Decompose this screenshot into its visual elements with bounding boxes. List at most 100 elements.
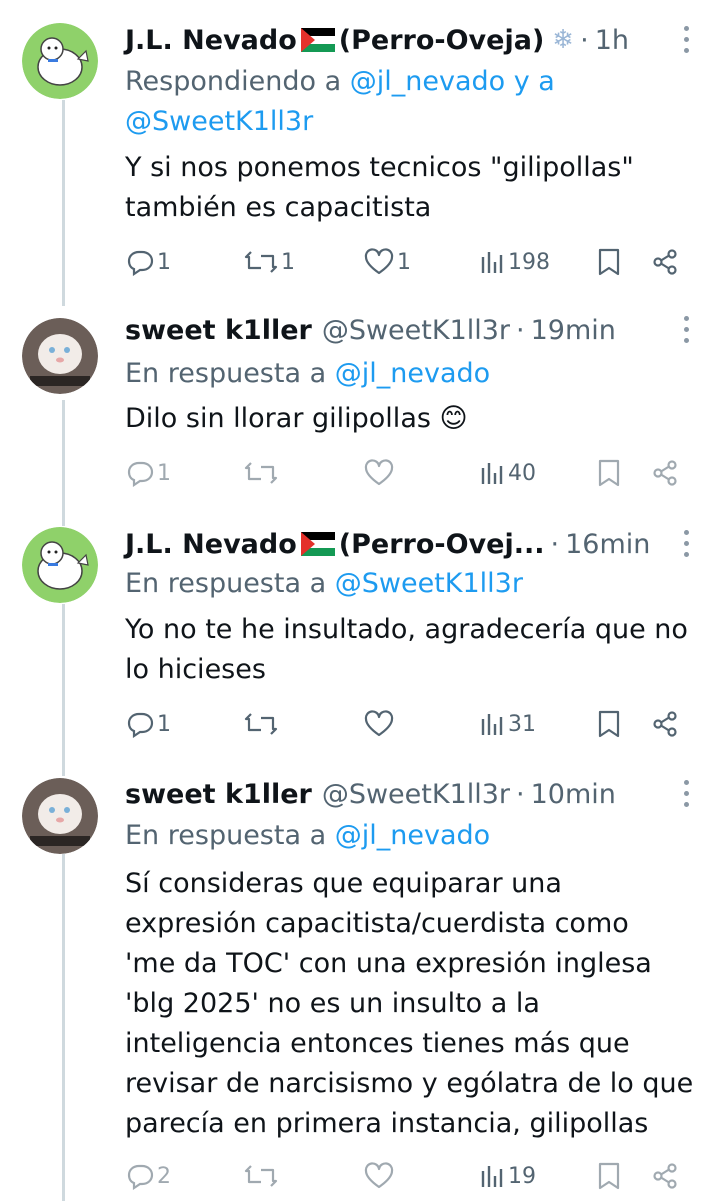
tweet[interactable]: J.L. Nevado (Perro-Ovej... · 16min En re… — [0, 524, 720, 764]
share-button[interactable] — [651, 242, 679, 282]
tweet[interactable]: J.L. Nevado (Perro-Oveja) ❄ · 1h Respond… — [0, 20, 720, 300]
share-button[interactable] — [651, 1156, 679, 1196]
like-button[interactable] — [363, 704, 397, 744]
snowflake-icon: ❄ — [552, 25, 575, 55]
tweet-text: Sí consideras que equiparar una expresió… — [125, 864, 705, 1144]
bookmark-button[interactable] — [597, 1156, 621, 1196]
reply-mention[interactable]: @jl_nevado y a — [350, 66, 555, 97]
reply-button[interactable]: 1 — [125, 704, 171, 744]
reply-count: 1 — [157, 460, 171, 486]
heart-icon — [363, 710, 395, 738]
views-count: 198 — [508, 249, 550, 275]
tweet-text-line: inteligencia entonces tienes más que — [125, 1028, 630, 1059]
bookmark-icon — [597, 709, 621, 739]
heart-icon — [363, 459, 395, 487]
reply-button[interactable]: 2 — [125, 1156, 171, 1196]
reply-button[interactable]: 1 — [125, 453, 171, 493]
retweet-icon — [243, 1162, 279, 1190]
views-button[interactable]: 19 — [480, 1156, 536, 1196]
heart-icon — [363, 248, 395, 276]
bookmark-button[interactable] — [597, 453, 621, 493]
reply-context: En respuesta a @SweetK1ll3r — [125, 564, 523, 604]
bookmark-button[interactable] — [597, 704, 621, 744]
reply-count: 2 — [157, 1163, 171, 1189]
user-handle[interactable]: @SweetK1ll3r — [322, 315, 510, 346]
share-button[interactable] — [651, 453, 679, 493]
more-options-icon[interactable] — [682, 26, 690, 53]
reply-prefix: Respondiendo a — [125, 66, 342, 97]
tweet-actions: 1 31 — [125, 704, 685, 744]
avatar[interactable] — [22, 23, 98, 99]
tweet[interactable]: sweet k1ller @SweetK1ll3r · 10min En res… — [0, 774, 720, 1201]
timestamp[interactable]: 1h — [595, 25, 629, 56]
reply-context: En respuesta a @jl_nevado — [125, 816, 490, 856]
reply-button[interactable]: 1 — [125, 242, 171, 282]
views-button[interactable]: 40 — [480, 453, 536, 493]
views-count: 40 — [508, 460, 536, 486]
avatar[interactable] — [22, 778, 98, 854]
retweet-icon — [243, 459, 279, 487]
tweet-header: sweet k1ller @SweetK1ll3r · 10min — [125, 774, 616, 814]
reply-mention[interactable]: @jl_nevado — [335, 358, 490, 389]
views-count: 19 — [508, 1163, 536, 1189]
tweet-header: J.L. Nevado (Perro-Ovej... · 16min — [125, 524, 650, 564]
tweet-text-line: expresión capacitista/cuerdista como — [125, 908, 629, 939]
reply-context: En respuesta a @jl_nevado — [125, 354, 490, 394]
like-button[interactable]: 1 — [363, 242, 411, 282]
display-name-suffix[interactable]: (Perro-Oveja) — [339, 25, 545, 56]
retweet-button[interactable] — [243, 704, 281, 744]
avatar[interactable] — [22, 527, 98, 603]
display-name[interactable]: sweet k1ller — [125, 779, 312, 810]
bookmark-button[interactable] — [597, 242, 621, 282]
share-button[interactable] — [651, 704, 679, 744]
reply-prefix: En respuesta a — [125, 358, 327, 389]
views-icon — [480, 1163, 506, 1189]
like-button[interactable] — [363, 453, 397, 493]
more-options-icon[interactable] — [682, 530, 690, 557]
retweet-button[interactable]: 1 — [243, 242, 295, 282]
reply-context-2: @SweetK1ll3r — [125, 102, 313, 142]
reply-count: 1 — [157, 711, 171, 737]
reply-mention[interactable]: @SweetK1ll3r — [125, 106, 313, 137]
separator-dot: · — [516, 314, 525, 346]
display-name[interactable]: J.L. Nevado — [125, 25, 297, 56]
cat-avatar-icon — [22, 778, 98, 854]
retweet-count: 1 — [281, 249, 295, 275]
display-name[interactable]: J.L. Nevado — [125, 529, 297, 560]
timestamp[interactable]: 16min — [565, 529, 650, 560]
reply-icon — [125, 459, 155, 487]
tweet[interactable]: sweet k1ller @SweetK1ll3r · 19min En res… — [0, 310, 720, 510]
dog-avatar-icon — [22, 23, 98, 99]
share-icon — [651, 248, 679, 276]
tweet-text-line: Y si nos ponemos tecnicos "gilipollas" — [125, 152, 634, 183]
separator-dot: · — [516, 778, 525, 810]
heart-icon — [363, 1162, 395, 1190]
timestamp[interactable]: 19min — [531, 315, 616, 346]
retweet-button[interactable] — [243, 453, 281, 493]
reply-mention[interactable]: @SweetK1ll3r — [335, 568, 523, 599]
tweet-text-line: Sí consideras que equiparar una — [125, 868, 562, 899]
more-options-icon[interactable] — [682, 780, 690, 807]
retweet-button[interactable] — [243, 1156, 281, 1196]
tweet-actions: 1 40 — [125, 453, 685, 493]
like-button[interactable] — [363, 1156, 397, 1196]
more-options-icon[interactable] — [682, 316, 690, 343]
avatar[interactable] — [22, 318, 98, 394]
tweet-actions: 1 1 1 198 — [125, 242, 685, 282]
reply-mention[interactable]: @jl_nevado — [335, 820, 490, 851]
tweet-text-line: 'blg 2025' no es un insulto a la — [125, 988, 540, 1019]
display-name[interactable]: sweet k1ller — [125, 315, 312, 346]
views-button[interactable]: 198 — [480, 242, 550, 282]
timestamp[interactable]: 10min — [531, 779, 616, 810]
like-count: 1 — [397, 249, 411, 275]
views-icon — [480, 249, 506, 275]
display-name-suffix[interactable]: (Perro-Ovej... — [339, 529, 545, 560]
views-button[interactable]: 31 — [480, 704, 536, 744]
reply-prefix: En respuesta a — [125, 820, 327, 851]
tweet-text-line: también es capacitista — [125, 192, 432, 223]
reply-icon — [125, 710, 155, 738]
tweet-text-line: Yo no te he insultado, agradecería que n… — [125, 614, 688, 645]
tweet-header: J.L. Nevado (Perro-Oveja) ❄ · 1h — [125, 20, 629, 60]
reply-icon — [125, 1162, 155, 1190]
user-handle[interactable]: @SweetK1ll3r — [322, 779, 510, 810]
